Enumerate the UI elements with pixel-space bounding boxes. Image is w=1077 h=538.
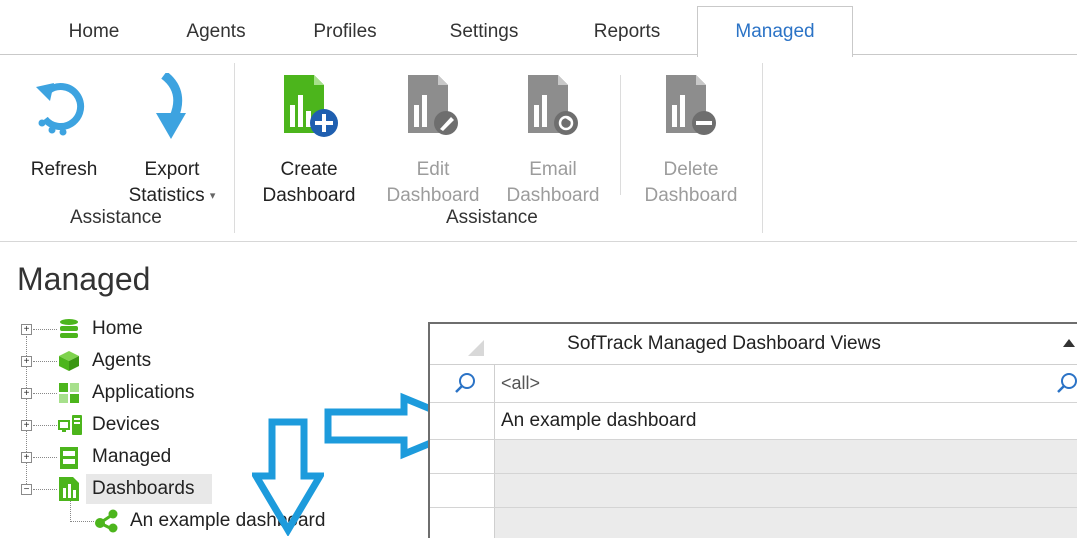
tab-managed[interactable]: Managed	[697, 6, 853, 57]
tree-item-label: Managed	[92, 446, 172, 467]
dashboard-delete-icon	[666, 75, 716, 135]
expand-icon[interactable]: +	[21, 452, 32, 463]
dashboard-views-grid: SofTrack Managed Dashboard Views <all> A…	[428, 322, 1077, 538]
tab-home[interactable]: Home	[55, 10, 133, 54]
tab-reports[interactable]: Reports	[574, 10, 680, 54]
devices-icon	[58, 415, 82, 435]
filter-row-header	[430, 365, 495, 402]
tree-item-label: Agents	[92, 350, 152, 371]
table-cell[interactable]	[495, 508, 1077, 538]
email-label-line2: Dashboard	[506, 185, 600, 206]
tab-agents[interactable]: Agents	[168, 10, 264, 54]
tree-connector	[33, 393, 57, 394]
export-label-line1: Export	[144, 159, 200, 180]
refresh-label: Refresh	[30, 159, 98, 180]
delete-dashboard-button[interactable]: Delete Dashboard	[630, 71, 752, 211]
edit-label-line2: Dashboard	[386, 185, 480, 206]
row-header[interactable]	[430, 403, 495, 439]
tree-item-agents[interactable]: + Agents	[0, 346, 400, 376]
button-separator	[620, 75, 621, 195]
tree-item-label: Devices	[92, 414, 160, 435]
callout-down-arrow-icon	[252, 418, 324, 536]
expand-icon[interactable]: +	[21, 356, 32, 367]
search-icon	[455, 373, 475, 393]
email-dashboard-button[interactable]: Email Dashboard	[494, 71, 612, 211]
grid-corner-icon	[468, 340, 484, 356]
tree-connector	[33, 457, 57, 458]
table-cell[interactable]	[495, 474, 1077, 507]
group-separator-2	[762, 63, 763, 233]
table-cell[interactable]	[495, 440, 1077, 473]
tree-item-home[interactable]: + Home	[0, 314, 400, 344]
chevron-down-icon: ▾	[209, 190, 216, 202]
row-header[interactable]	[430, 508, 495, 538]
column-header[interactable]: SofTrack Managed Dashboard Views	[494, 324, 1077, 365]
export-statistics-button[interactable]: Export Statistics ▾	[118, 71, 226, 211]
group-label-assistance-2: Assistance	[446, 207, 538, 228]
dashboard-email-icon	[528, 75, 578, 135]
expand-icon[interactable]: +	[21, 324, 32, 335]
export-label-line2-wrap: Statistics ▾	[118, 183, 226, 209]
email-label-line1: Email	[529, 159, 577, 180]
create-dashboard-button[interactable]: Create Dashboard	[250, 71, 368, 211]
tree-connector	[33, 361, 57, 362]
sort-ascending-icon[interactable]	[1062, 338, 1076, 348]
table-cell[interactable]: An example dashboard	[495, 403, 1077, 439]
delete-label-line2: Dashboard	[644, 185, 738, 206]
tree-connector	[33, 489, 57, 490]
ribbon-panel: Refresh Export Statistics ▾ Assistance C…	[0, 54, 1077, 242]
filter-search-icon[interactable]	[1056, 372, 1077, 394]
group-separator	[234, 63, 235, 233]
edit-dashboard-button[interactable]: Edit Dashboard	[374, 71, 492, 211]
edit-label-line1: Edit	[416, 159, 450, 180]
filter-input[interactable]: <all>	[495, 365, 1077, 402]
table-row[interactable]	[430, 474, 1077, 508]
tree-item-label: Applications	[92, 382, 195, 403]
tab-settings[interactable]: Settings	[433, 10, 535, 54]
ribbon-tab-bar: Home Agents Profiles Settings Reports Ma…	[0, 0, 1077, 57]
table-row[interactable]: An example dashboard	[430, 403, 1077, 440]
refresh-icon	[36, 83, 85, 136]
tree-item-dashboards[interactable]: − Dashboards	[0, 474, 400, 504]
row-header[interactable]	[430, 440, 495, 473]
refresh-button[interactable]: Refresh	[18, 71, 110, 211]
create-label-line1: Create	[280, 159, 338, 180]
expand-icon[interactable]: +	[21, 388, 32, 399]
filter-row: <all>	[430, 365, 1077, 403]
tree-connector	[33, 425, 57, 426]
dashboard-edit-icon	[408, 75, 458, 135]
cube-icon	[59, 351, 79, 371]
managed-icon	[60, 447, 78, 469]
group-label-assistance-1: Assistance	[70, 207, 162, 228]
dashboard-add-icon	[284, 75, 338, 137]
table-row[interactable]	[430, 508, 1077, 538]
tree-connector	[70, 521, 94, 522]
expand-icon[interactable]: +	[21, 420, 32, 431]
row-header[interactable]	[430, 474, 495, 507]
table-row[interactable]	[430, 440, 1077, 474]
tab-profiles[interactable]: Profiles	[297, 10, 393, 54]
tree-item-label: Home	[92, 318, 143, 339]
delete-label-line1: Delete	[663, 159, 719, 180]
tree-connector	[33, 329, 57, 330]
download-arrow-icon	[156, 73, 186, 139]
column-header-label: SofTrack Managed Dashboard Views	[567, 333, 881, 354]
tree-item-label: Dashboards	[92, 478, 195, 499]
grid-corner	[430, 324, 495, 365]
applications-icon	[59, 383, 79, 403]
panel-title: Managed	[17, 261, 151, 297]
tree-item-example-dashboard[interactable]: An example dashboard	[0, 506, 400, 536]
dashboard-icon	[59, 477, 79, 501]
database-icon	[60, 319, 78, 338]
collapse-icon[interactable]: −	[21, 484, 32, 495]
export-label-line2: Statistics	[128, 185, 205, 207]
create-label-line2: Dashboard	[262, 185, 356, 206]
share-icon	[95, 509, 118, 533]
